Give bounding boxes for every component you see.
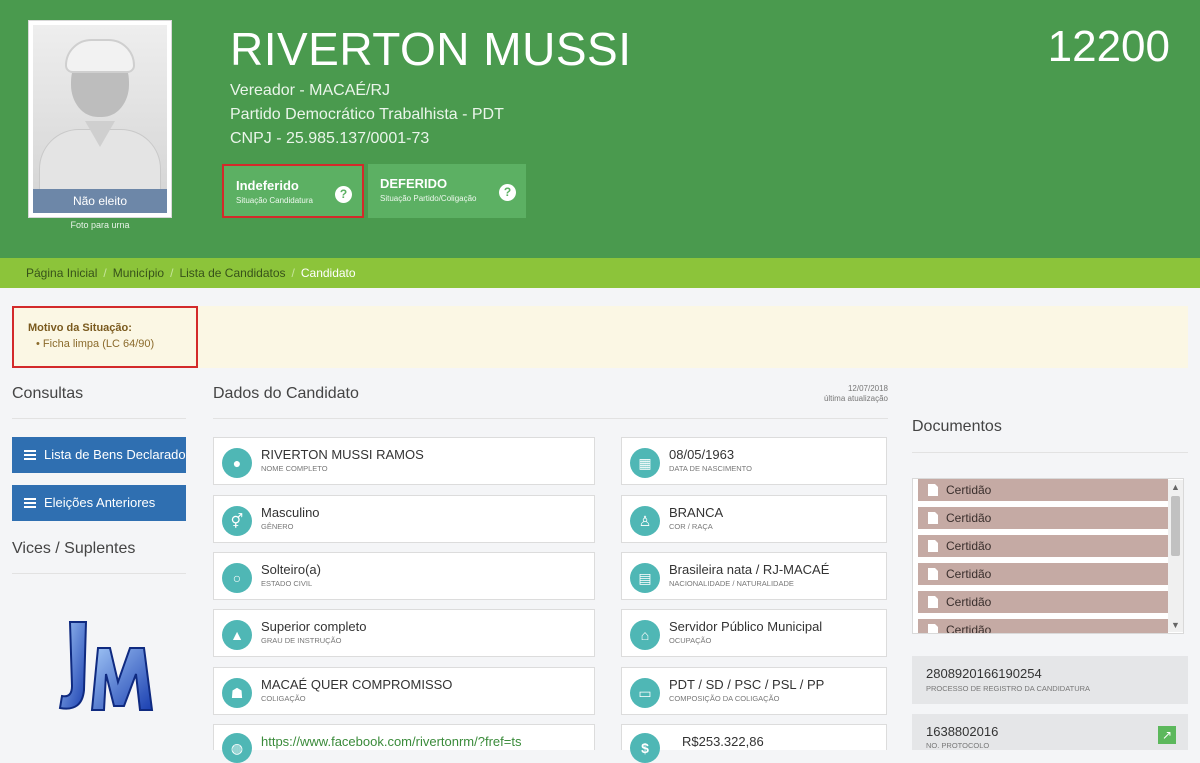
scroll-up-icon[interactable]: ▲ (1168, 480, 1183, 494)
globe-icon: ◍ (222, 733, 252, 763)
documents-list: Certidão Certidão Certidão Certidão Cert… (912, 478, 1184, 634)
file-icon (928, 624, 938, 633)
field-nacionalidade: ▤ Brasileira nata / RJ-MACAÉ NACIONALIDA… (621, 552, 887, 600)
photo-caption: Foto para urna (70, 220, 130, 230)
field-estado-civil: ○ Solteiro(a) ESTADO CIVIL (213, 552, 595, 600)
field-data-nascimento: ▦ 08/05/1963 DATA DE NASCIMENTO (621, 437, 887, 485)
divider (213, 418, 888, 419)
map-icon: ▤ (630, 563, 660, 593)
protocolo-number: 1638802016 (926, 724, 999, 739)
situation-reason-title: Motivo da Situação: (28, 322, 132, 334)
document-item[interactable]: Certidão (918, 563, 1168, 585)
scroll-down-icon[interactable]: ▼ (1168, 618, 1183, 632)
file-icon (928, 596, 938, 608)
breadcrumb-candidato: Candidato (300, 266, 356, 280)
facebook-link[interactable]: https://www.facebook.com/rivertonrm/?fre… (261, 734, 521, 749)
field-bens-total: $ R$253.322,86 (621, 724, 887, 763)
group-icon: ☗ (222, 678, 252, 708)
candidate-number: 12200 (1047, 22, 1170, 71)
documentos-title: Documentos (912, 418, 1002, 435)
bens-declarados-button[interactable]: Lista de Bens Declarados (12, 437, 186, 473)
processo-label: PROCESSO DE REGISTRO DA CANDIDATURA (926, 684, 1091, 693)
list-icon (24, 498, 36, 508)
vices-suplentes-title: Vices / Suplentes (12, 540, 136, 557)
document-item[interactable]: Certidão (918, 479, 1168, 501)
candidate-header: Não eleito Foto para urna RIVERTON MUSSI… (0, 0, 1200, 258)
file-icon (928, 484, 938, 496)
candidate-role: Vereador - MACAÉ/RJ (230, 82, 391, 99)
protocolo-card: 1638802016 NO. PROTOCOLO ↗ (912, 714, 1188, 750)
field-site: ◍ https://www.facebook.com/rivertonrm/?f… (213, 724, 595, 763)
field-genero: ⚥ Masculino GÊNERO (213, 495, 595, 543)
breadcrumb: Página Inicial / Município / Lista de Candid… (0, 258, 1200, 288)
situation-reason-item: • Ficha limpa (LC 64/90) (36, 338, 155, 350)
scroll-thumb[interactable] (1171, 496, 1180, 556)
candidate-party: Partido Democrático Trabalhista - PDT (230, 106, 504, 123)
money-icon: $ (630, 733, 660, 763)
divider (912, 452, 1188, 453)
consultas-title: Consultas (12, 385, 84, 402)
processo-number: 2808920166190254 (926, 666, 1042, 681)
documents-scrollbar[interactable]: ▲ ▼ (1168, 480, 1183, 632)
candidate-cnpj: CNPJ - 25.985.137/0001-73 (230, 130, 430, 147)
candidate-photo (33, 25, 167, 192)
candidate-name: RIVERTON MUSSI (230, 23, 632, 75)
file-icon (928, 512, 938, 524)
election-result-label: Não eleito (33, 189, 167, 213)
folder-icon: ▭ (630, 678, 660, 708)
breadcrumb-lista-candidatos[interactable]: Lista de Candidatos (179, 266, 285, 280)
document-item[interactable]: Certidão (918, 535, 1168, 557)
protocolo-label: NO. PROTOCOLO (926, 741, 990, 750)
breadcrumb-home[interactable]: Página Inicial (26, 266, 97, 280)
field-grau-instrucao: ▲ Superior completo GRAU DE INSTRUÇÃO (213, 609, 595, 657)
field-ocupacao: ⌂ Servidor Público Municipal OCUPAÇÃO (621, 609, 887, 657)
field-coligacao: ☗ MACAÉ QUER COMPROMISSO COLIGAÇÃO (213, 667, 595, 715)
external-link-icon[interactable]: ↗ (1158, 726, 1176, 744)
divider (12, 573, 186, 574)
file-icon (928, 540, 938, 552)
status-partido-badge: DEFERIDO Situação Partido/Coligação ? (368, 164, 526, 218)
jm-logo (58, 621, 154, 711)
ring-icon: ○ (222, 563, 252, 593)
document-item[interactable]: Certidão (918, 591, 1168, 613)
user-icon: ● (222, 448, 252, 478)
calendar-icon: ▦ (630, 448, 660, 478)
divider (12, 418, 186, 419)
status-partido-sub: Situação Partido/Coligação (380, 194, 477, 203)
eleicoes-anteriores-button[interactable]: Eleições Anteriores (12, 485, 186, 521)
situation-reason-box: Motivo da Situação: • Ficha limpa (LC 64… (12, 306, 198, 368)
document-item[interactable]: Certidão (918, 507, 1168, 529)
field-cor-raca: ♙ BRANCA COR / RAÇA (621, 495, 887, 543)
last-update: 12/07/2018 última atualização (823, 384, 888, 403)
processo-registro-card: 2808920166190254 PROCESSO DE REGISTRO DA… (912, 656, 1188, 704)
file-icon (928, 568, 938, 580)
dados-candidato-title: Dados do Candidato (213, 385, 359, 402)
status-candidatura-badge: Indeferido Situação Candidatura ? (222, 164, 364, 218)
person-icon: ♙ (630, 506, 660, 536)
breadcrumb-municipio[interactable]: Município (113, 266, 164, 280)
field-nome-completo: ● RIVERTON MUSSI RAMOS NOME COMPLETO (213, 437, 595, 485)
bank-icon: ⌂ (630, 620, 660, 650)
status-partido-label: DEFERIDO (380, 176, 448, 191)
gender-icon: ⚥ (222, 506, 252, 536)
field-composicao-coligacao: ▭ PDT / SD / PSC / PSL / PP COMPOSIÇÃO D… (621, 667, 887, 715)
list-icon (24, 450, 36, 460)
document-item[interactable]: Certidão (918, 619, 1168, 633)
situation-reason-panel: Motivo da Situação: • Ficha limpa (LC 64… (12, 306, 1188, 368)
graduation-icon: ▲ (222, 620, 252, 650)
candidate-photo-card: Não eleito (28, 20, 172, 218)
help-icon[interactable]: ? (335, 186, 352, 203)
help-icon[interactable]: ? (499, 184, 516, 201)
